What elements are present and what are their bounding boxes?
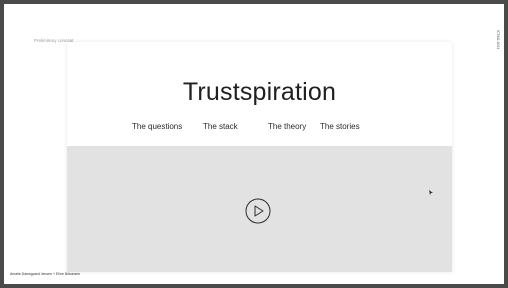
nav-item-stories[interactable]: The stories (320, 122, 360, 131)
authors-caption: Amalie Damsgaard Jensen + Eline Nilsonse… (10, 272, 81, 276)
page-title: Trustspiration (182, 78, 337, 106)
nav-item-stack[interactable]: The stack (203, 122, 238, 131)
play-circle-icon[interactable] (245, 198, 271, 224)
website-mockup: Trustspiration The questions The stack T… (67, 42, 452, 272)
main-nav: The questions The stack The theory The s… (67, 122, 452, 134)
video-area[interactable] (67, 146, 452, 272)
nav-item-questions[interactable]: The questions (132, 122, 182, 131)
slide: Preliminary concept ICTM2 2021 Amalie Da… (4, 4, 504, 284)
nav-item-theory[interactable]: The theory (268, 122, 306, 131)
side-label: ICTM2 2021 (496, 30, 500, 50)
mouse-cursor-icon (429, 182, 433, 195)
